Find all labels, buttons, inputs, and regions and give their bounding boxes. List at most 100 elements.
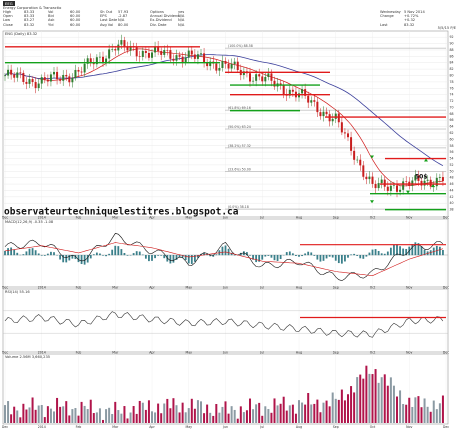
candle-body: [264, 77, 267, 82]
candle-body: [380, 179, 383, 184]
macd-histogram-bar: [328, 255, 331, 257]
candle-body: [261, 76, 264, 82]
macd-histogram-bar: [331, 255, 334, 258]
macd-histogram-bar: [89, 255, 92, 259]
candle-body: [7, 69, 10, 76]
candle-body: [282, 84, 285, 95]
volume-bar: [59, 406, 62, 423]
candle-body: [270, 73, 273, 81]
macd-histogram-bar: [53, 252, 55, 256]
candle-body: [28, 79, 31, 84]
volume-panel-label: Volume 2.56M 3,660,235: [5, 355, 50, 359]
macd-histogram-bar: [172, 255, 175, 263]
volume-bar: [322, 402, 325, 423]
candle-body: [190, 50, 193, 55]
volume-bar: [377, 382, 380, 423]
candle-body: [441, 177, 444, 182]
macd-histogram-bar: [344, 255, 346, 262]
x-month-label: Nov: [406, 351, 412, 355]
volume-bar: [108, 407, 111, 423]
candle-body: [163, 50, 166, 55]
macd-histogram-bar: [10, 247, 13, 256]
fib-label: (61.8%) 69.16: [228, 106, 251, 110]
macd-histogram-bar: [34, 250, 37, 256]
x-month-label: Aug: [296, 286, 302, 290]
macd-histogram-bar: [141, 254, 144, 256]
candle-body: [313, 100, 316, 102]
volume-bar: [383, 374, 386, 423]
volume-bar: [279, 403, 282, 423]
volume-bar: [83, 405, 86, 423]
macd-signal-line: [4, 242, 443, 277]
volume-bar: [144, 409, 147, 423]
volume-bar: [441, 395, 444, 423]
signal-arrow: [370, 200, 374, 204]
candle-body: [343, 132, 346, 134]
x-month-label: Oct: [370, 216, 376, 220]
macd-histogram-bar: [249, 255, 251, 256]
x-month-label: May: [185, 286, 192, 290]
candle-body: [74, 69, 77, 78]
candle-body: [25, 81, 28, 84]
volume-bar: [399, 390, 402, 423]
volume-bar: [301, 402, 304, 423]
volume-bar: [325, 400, 328, 423]
volume-bar: [328, 406, 331, 423]
x-month-label: Jun: [222, 425, 228, 429]
volume-bar: [123, 406, 126, 423]
candle-body: [141, 50, 144, 57]
y-tick-label: 66: [450, 118, 454, 122]
macd-histogram-bar: [46, 253, 49, 256]
macd-histogram-bar: [362, 255, 365, 259]
volume-bar: [218, 412, 221, 423]
volume-bar: [184, 412, 187, 423]
x-month-label: Aug: [296, 216, 302, 220]
candle-body: [19, 72, 22, 74]
candle-body: [196, 54, 199, 59]
volume-bar: [190, 398, 193, 423]
fib-label: (100.0%) 88.58: [228, 44, 253, 48]
volume-bar: [288, 405, 291, 423]
volume-bar: [111, 413, 114, 423]
macd-histogram-bar: [117, 246, 120, 256]
candle-body: [331, 118, 334, 122]
volume-bar: [117, 410, 120, 423]
candle-body: [377, 183, 380, 189]
macd-histogram-bar: [276, 255, 279, 261]
x-month-label: Dec: [443, 216, 449, 220]
volume-bar: [95, 412, 98, 423]
macd-histogram-bar: [313, 255, 316, 256]
price-y-axis: 38 40 42 44 46 48 50 52 54 56 58 60 62 64 66 68 70 72 74 76…: [450, 35, 454, 211]
x-month-label: Feb: [76, 216, 82, 220]
x-month-label: Dec: [2, 425, 8, 429]
volume-bar: [239, 406, 242, 423]
candle-body: [98, 56, 101, 58]
volume-bar: [316, 399, 319, 423]
volume-bar: [154, 412, 157, 423]
candle-body: [362, 165, 365, 177]
macd-histogram-bar: [368, 252, 371, 256]
volume-bar: [62, 406, 65, 423]
macd-histogram-bar: [148, 255, 150, 262]
y-tick-label: 68: [450, 112, 454, 116]
x-month-label: 2014: [38, 286, 46, 290]
candle-body: [43, 77, 46, 80]
candle-body: [31, 79, 34, 83]
volume-bar: [236, 418, 239, 423]
candle-body: [365, 176, 368, 180]
volume-bar: [402, 404, 405, 423]
x-month-label: Nov: [406, 216, 412, 220]
candle-body: [102, 56, 104, 63]
x-month-label: Jul: [259, 286, 264, 290]
macd-histogram-bar: [374, 249, 377, 256]
x-month-label: Dec: [2, 286, 8, 290]
y-tick-label: 86: [450, 54, 454, 58]
macd-histogram-bar: [144, 255, 147, 259]
x-month-label: Dec: [443, 286, 449, 290]
volume-bar: [224, 401, 227, 423]
x-month-label: Feb: [76, 425, 82, 429]
candle-body: [40, 77, 43, 84]
x-month-label: Nov: [406, 286, 412, 290]
volume-bar: [16, 410, 19, 423]
volume-bar: [230, 406, 233, 423]
